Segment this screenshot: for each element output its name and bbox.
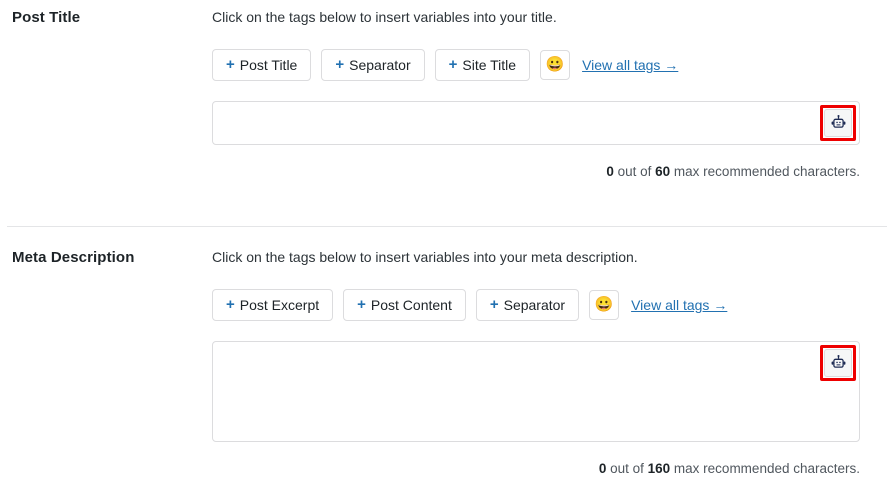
post-title-tag-row: + Post Title + Separator + Site Title 😀 … <box>212 48 860 81</box>
page-title: Post Title <box>12 9 81 26</box>
post-title-field-wrapper <box>212 100 860 145</box>
section-heading-meta-description: Meta Description <box>12 249 135 266</box>
char-count-suffix: max recommended characters. <box>670 163 860 179</box>
meta-description-field-wrapper <box>212 340 860 442</box>
meta-description-label-column: Meta Description <box>0 248 212 268</box>
view-all-tags-link[interactable]: View all tags → <box>582 57 678 73</box>
post-title-body: Click on the tags below to insert variab… <box>212 8 887 181</box>
meta-description-instruction: Click on the tags below to insert variab… <box>212 249 638 265</box>
smiley-face-icon: 😀 <box>594 296 614 314</box>
plus-icon: + <box>357 296 366 314</box>
tag-button-post-content[interactable]: + Post Content <box>343 288 466 321</box>
tag-button-separator[interactable]: + Separator <box>475 288 580 321</box>
post-title-instruction: Click on the tags below to insert variab… <box>212 9 557 25</box>
plus-icon: + <box>226 56 235 74</box>
char-count-max: 160 <box>647 460 671 476</box>
smiley-face-icon: 😀 <box>545 56 565 74</box>
smiley-face-icon-button[interactable]: 😀 <box>589 289 620 320</box>
robot-icon-button[interactable] <box>824 348 852 377</box>
tag-button-post-excerpt[interactable]: + Post Excerpt <box>212 288 334 321</box>
plus-icon: + <box>448 56 458 74</box>
tag-button-label: Site Title <box>462 56 517 73</box>
meta-description-section: Meta Description Click on the tags below… <box>0 248 887 478</box>
tag-button-label: Post Content <box>370 296 452 313</box>
tag-button-label: Separator <box>349 56 411 73</box>
tag-button-label: Separator <box>503 296 566 313</box>
robot-icon <box>831 115 845 128</box>
robot-icon <box>831 355 845 368</box>
post-title-char-counter: 0 out of 60 max recommended characters. <box>212 163 860 182</box>
post-title-label-column: Post Title <box>0 8 212 28</box>
robot-icon-button[interactable] <box>824 108 852 137</box>
char-count-middle: out of <box>613 163 656 179</box>
view-all-tags-link[interactable]: View all tags → <box>631 297 727 313</box>
char-count-middle: out of <box>606 460 648 476</box>
plus-icon: + <box>226 296 235 314</box>
tag-button-post-title[interactable]: + Post Title <box>212 48 312 81</box>
meta-description-tag-row: + Post Excerpt + Post Content + Separato… <box>212 288 860 321</box>
plus-icon: + <box>335 56 345 74</box>
char-count-max: 60 <box>655 163 671 179</box>
meta-description-char-counter: 0 out of 160 max recommended characters. <box>212 460 860 479</box>
post-title-input[interactable] <box>212 100 860 145</box>
meta-description-textarea[interactable] <box>212 340 860 442</box>
smiley-face-icon-button[interactable]: 😀 <box>540 49 571 80</box>
meta-description-body: Click on the tags below to insert variab… <box>212 248 887 478</box>
char-count-suffix: max recommended characters. <box>670 460 860 476</box>
tag-button-site-title[interactable]: + Site Title <box>434 48 531 81</box>
section-divider <box>7 226 887 227</box>
char-count-current: 0 <box>606 163 614 179</box>
tag-button-label: Post Excerpt <box>239 296 320 313</box>
post-title-section: Post Title Click on the tags below to in… <box>0 8 887 181</box>
tag-button-separator[interactable]: + Separator <box>321 48 425 81</box>
plus-icon: + <box>489 296 499 314</box>
tag-button-label: Post Title <box>239 56 298 73</box>
